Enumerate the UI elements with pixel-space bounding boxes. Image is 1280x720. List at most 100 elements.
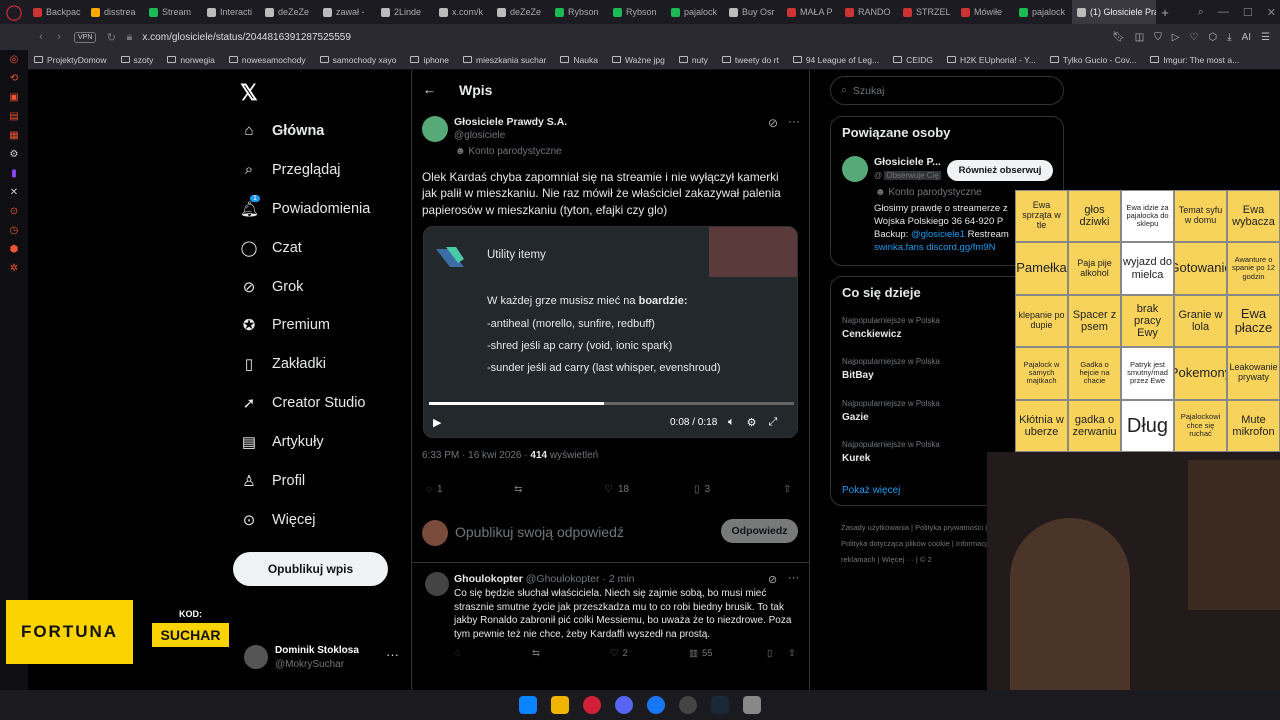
nav-bookmarks[interactable]: ▯ Zakładki	[240, 355, 326, 373]
footer-links[interactable]: Zasady użytkowania | Polityka prywatnośc…	[841, 520, 1011, 568]
browser-tab[interactable]: 2Linde	[376, 0, 434, 24]
bookmark-item[interactable]: nowesamochody	[228, 55, 306, 65]
home-icon[interactable]: ◎	[10, 54, 19, 65]
browser-tab[interactable]: Interacti	[202, 0, 260, 24]
bookmark-item[interactable]: norwegia	[167, 55, 215, 65]
grok-icon[interactable]: ⊘	[768, 116, 778, 130]
obs-icon[interactable]	[679, 696, 697, 714]
search-input[interactable]: ⌕ Szukaj	[830, 76, 1064, 105]
bookmark-item[interactable]: mieszkania suchar	[463, 55, 546, 65]
trend-item[interactable]: BitBay	[842, 370, 874, 381]
search-tabs-icon[interactable]: ⌕	[1198, 6, 1204, 19]
pin-icon[interactable]: ⊙	[10, 206, 18, 217]
follow-back-button[interactable]: Również obserwuj	[947, 160, 1053, 181]
browser-tab[interactable]: STRZEL	[898, 0, 956, 24]
close-window-button[interactable]: ✕	[1267, 6, 1276, 19]
nav-home[interactable]: ⌂ Główna	[240, 122, 324, 139]
more-dots-icon[interactable]: ···	[788, 114, 800, 128]
trend-item[interactable]: Cenckiewicz	[842, 329, 901, 340]
reply-action[interactable]: ◌	[455, 648, 461, 659]
shield-icon[interactable]: ⛉	[1154, 32, 1162, 43]
more-dots-icon[interactable]: ···	[788, 572, 799, 584]
more-dots-icon[interactable]: ···	[386, 647, 399, 662]
minimize-button[interactable]: —	[1218, 6, 1229, 18]
bookmark-item[interactable]: Nauka	[560, 55, 598, 65]
show-more-link[interactable]: Pokaż więcej	[842, 485, 900, 496]
ai-icon[interactable]: AI	[1242, 32, 1251, 43]
x-logo-icon[interactable]: 𝕏	[240, 80, 258, 106]
windows-start-icon[interactable]	[519, 696, 537, 714]
settings-gear-icon[interactable]: ⚙	[747, 416, 757, 429]
post-author-name[interactable]: Głosiciele Prawdy S.A.	[454, 116, 567, 128]
extensions-icon[interactable]: ⬡	[1208, 32, 1217, 43]
bookmark-item[interactable]: ProjektyDomow	[34, 55, 107, 65]
facebook-icon[interactable]	[647, 696, 665, 714]
history-icon[interactable]: ◷	[10, 225, 19, 236]
back-arrow-icon[interactable]: ←	[423, 82, 436, 97]
volume-icon[interactable]: 🔈︎	[728, 416, 735, 429]
reload-icon[interactable]: ↻	[102, 31, 120, 44]
account-switcher[interactable]: Dominik Stoklosa @MokrySuchar ···	[244, 643, 404, 673]
opera-logo-icon[interactable]: ◯	[0, 0, 28, 24]
reply-input[interactable]: Opublikuj swoją odpowiedź	[455, 524, 624, 540]
bookmark-item[interactable]: Tylko Gucio - Cov...	[1049, 55, 1136, 65]
fullscreen-icon[interactable]: ⤢	[768, 416, 777, 429]
browser-tab[interactable]: Mówiłe	[956, 0, 1014, 24]
flow-icon[interactable]: ⟲	[10, 73, 18, 84]
x-icon[interactable]: ✕	[10, 187, 18, 198]
trend-item[interactable]: Kurek	[842, 453, 870, 464]
browser-tab[interactable]: Buy Osr	[724, 0, 782, 24]
share-action[interactable]: ⇧	[788, 648, 796, 659]
avatar[interactable]	[842, 156, 868, 182]
forward-icon[interactable]: ›	[50, 31, 68, 43]
comment-avatar[interactable]	[425, 572, 449, 596]
nav-grok[interactable]: ⊘ Grok	[240, 278, 304, 296]
url-field[interactable]: x.com/glosiciele/status/2044816391287525…	[142, 32, 351, 43]
post-button[interactable]: Opublikuj wpis	[233, 552, 388, 586]
share-action[interactable]: ⇧	[783, 484, 791, 495]
browser-tab[interactable]: pajalock	[666, 0, 724, 24]
reply-button[interactable]: Odpowiedz	[721, 519, 798, 543]
cube-icon[interactable]: ⬢	[10, 244, 19, 255]
mail-icon[interactable]: ▦	[9, 130, 18, 141]
opera-icon[interactable]	[583, 696, 601, 714]
messenger-icon[interactable]: ▤	[9, 111, 18, 122]
file-explorer-icon[interactable]	[551, 696, 569, 714]
repost-action[interactable]: ⇆	[532, 648, 540, 659]
bookmark-item[interactable]: CEIDG	[893, 55, 933, 65]
menu-icon[interactable]: ☰	[1261, 32, 1270, 43]
bookmark-item[interactable]: 94 League of Leg...	[792, 55, 879, 65]
browser-tab[interactable]: MAŁA P	[782, 0, 840, 24]
nav-notifications[interactable]: 🔔︎ 1 Powiadomienia	[240, 195, 370, 218]
bookmark-item[interactable]: tweety do rt	[721, 55, 779, 65]
bookmark-item[interactable]: szoty	[120, 55, 153, 65]
settings-icon[interactable]: ✲	[10, 263, 18, 274]
bookmark-item[interactable]: nuty	[678, 55, 708, 65]
browser-tab[interactable]: RANDO	[840, 0, 898, 24]
bookmark-item[interactable]: iphone	[410, 55, 449, 65]
comment-handle[interactable]: @Ghoulokopter · 2 min	[526, 573, 635, 585]
bio-link[interactable]: @glosiciele1	[911, 229, 965, 240]
chatgpt-icon[interactable]: ⚙	[10, 149, 19, 160]
views-action[interactable]: ▥ 55	[689, 648, 713, 659]
nav-profile[interactable]: ♙ Profil	[240, 472, 305, 490]
bookmark-icon[interactable]: 🔖︎	[1112, 32, 1125, 43]
twitch-icon[interactable]: ▮	[11, 168, 17, 179]
repost-action[interactable]: ⇆	[514, 484, 522, 495]
maximize-button[interactable]: ☐	[1243, 6, 1253, 19]
browser-tab[interactable]: Rybson	[608, 0, 666, 24]
nav-creator-studio[interactable]: ➚ Creator Studio	[240, 394, 366, 412]
calculator-icon[interactable]	[743, 696, 761, 714]
nav-chat[interactable]: ◯ Czat	[240, 239, 302, 257]
browser-tab[interactable]: pajalock	[1014, 0, 1072, 24]
nav-premium[interactable]: ✪ Premium	[240, 316, 330, 334]
post-author-avatar[interactable]	[422, 116, 448, 142]
post-timestamp[interactable]: 6:33 PM · 16 kwi 2026 ·	[422, 450, 530, 461]
steam-icon[interactable]	[711, 696, 729, 714]
bookmark-action[interactable]: ▯ 3	[694, 484, 710, 495]
nav-articles[interactable]: ▤ Artykuły	[240, 433, 324, 451]
nav-more[interactable]: ⊙ Więcej	[240, 511, 316, 529]
browser-tab[interactable]: deZeZe	[260, 0, 318, 24]
bookmark-action[interactable]: ▯	[767, 648, 772, 659]
back-icon[interactable]: ‹	[32, 31, 50, 43]
